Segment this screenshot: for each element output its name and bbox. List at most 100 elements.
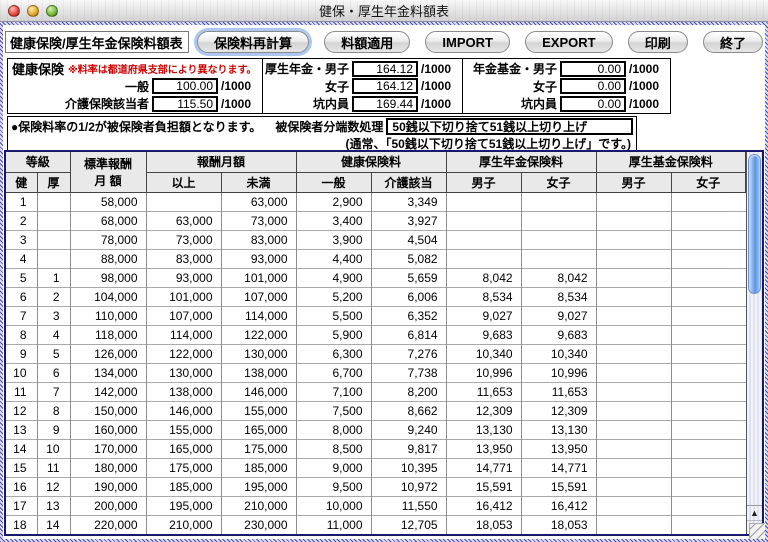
table-cell [37,192,70,211]
apply-amount-button[interactable]: 料額適用 [324,31,410,53]
table-cell: 78,000 [70,230,146,249]
table-cell: 8,000 [296,420,371,439]
table-cell [671,382,745,401]
table-cell [596,515,671,534]
care-rate-field[interactable]: 115.50 [152,96,218,112]
table-cell [596,211,671,230]
import-button[interactable]: IMPORT [425,31,510,53]
table-cell: 3,927 [371,211,446,230]
table-cell: 83,000 [221,230,296,249]
table-cell [671,458,745,477]
table-cell: 110,000 [70,306,146,325]
fund-miner-field[interactable]: 0.00 [560,96,626,112]
table-row[interactable]: 128150,000146,000155,0007,5008,66212,309… [6,401,746,420]
scrollbar-thumb[interactable] [748,154,761,294]
table-cell [37,230,70,249]
pension-female-field[interactable]: 164.12 [352,78,418,94]
table-cell: 2,900 [296,192,371,211]
print-button[interactable]: 印刷 [628,31,688,53]
table-row[interactable]: 1612190,000185,000195,0009,50010,97215,5… [6,477,746,496]
header-general: 一般 [296,172,371,192]
table-cell: 9,500 [296,477,371,496]
table-row[interactable]: 1410170,000165,000175,0008,5009,81713,95… [6,439,746,458]
table-row[interactable]: 268,00063,00073,0003,4003,927 [6,211,746,230]
table-row[interactable]: 117142,000138,000146,0007,1008,20011,653… [6,382,746,401]
table-cell: 13 [6,420,37,439]
general-rate-label: 一般 [125,78,149,95]
general-rate-field[interactable]: 100.00 [152,78,218,94]
table-cell: 3 [37,306,70,325]
vertical-scrollbar[interactable]: ▲ ▼ [746,152,762,534]
table-cell [671,477,745,496]
table-cell: 12,705 [371,515,446,534]
rounding-label: 被保険者分端数処理 [275,118,383,135]
table-row[interactable]: 95126,000122,000130,0006,3007,27610,3401… [6,344,746,363]
table-cell: 160,000 [70,420,146,439]
table-cell [596,382,671,401]
table-cell: 8,500 [296,439,371,458]
table-row[interactable]: 1713200,000195,000210,00010,00011,55016,… [6,496,746,515]
table-cell: 6,700 [296,363,371,382]
table-cell: 5,659 [371,268,446,287]
table-cell [37,249,70,268]
prefecture-note: ※料率は都道府県支部により異なります。 [68,61,257,76]
table-cell: 14 [37,515,70,534]
table-cell: 6,300 [296,344,371,363]
table-cell: 175,000 [221,439,296,458]
table-row[interactable]: 106134,000130,000138,0006,7007,73810,996… [6,363,746,382]
minimize-button-icon[interactable] [27,5,39,17]
pension-miner-field[interactable]: 169.44 [352,96,418,112]
table-cell: 14,771 [446,458,521,477]
table-cell [671,249,745,268]
table-cell: 6,814 [371,325,446,344]
table-cell [446,230,521,249]
table-row[interactable]: 488,00083,00093,0004,4005,082 [6,249,746,268]
table-cell [596,458,671,477]
per-thousand-label: /1000 [626,97,666,111]
table-row[interactable]: 5198,00093,000101,0004,9005,6598,0428,04… [6,268,746,287]
table-cell: 155,000 [146,420,221,439]
pension-male-field[interactable]: 164.12 [352,61,418,77]
table-row[interactable]: 73110,000107,000114,0005,5006,3529,0279,… [6,306,746,325]
recalculate-premium-button[interactable]: 保険料再計算 [197,31,309,53]
close-button-icon[interactable] [8,5,20,17]
rounding-method-field[interactable]: 50銭以下切り捨て51銭以上切り上げ [386,118,633,135]
table-row[interactable]: 158,00063,0002,9003,349 [6,192,746,211]
table-row[interactable]: 1511180,000175,000185,0009,00010,39514,7… [6,458,746,477]
fund-female-field[interactable]: 0.00 [560,78,626,94]
table-row[interactable]: 139160,000155,000165,0008,0009,24013,130… [6,420,746,439]
table-cell [521,211,596,230]
table-cell: 138,000 [146,382,221,401]
table-cell: 6,006 [371,287,446,306]
table-cell: 6 [37,363,70,382]
table-cell: 118,000 [70,325,146,344]
table-cell: 6 [6,287,37,306]
per-thousand-label: /1000 [218,79,258,93]
table-cell: 9 [6,344,37,363]
table-row[interactable]: 84118,000114,000122,0005,9006,8149,6839,… [6,325,746,344]
table-cell: 5 [37,344,70,363]
table-cell: 83,000 [146,249,221,268]
table-cell: 6,352 [371,306,446,325]
export-button[interactable]: EXPORT [525,31,612,53]
table-cell: 88,000 [70,249,146,268]
table-cell [596,268,671,287]
table-row[interactable]: 1814220,000210,000230,00011,00012,70518,… [6,515,746,534]
table-row[interactable]: 62104,000101,000107,0005,2006,0068,5348,… [6,287,746,306]
fund-male-field[interactable]: 0.00 [560,61,626,77]
table-cell [596,325,671,344]
table-cell: 7 [37,382,70,401]
table-cell: 230,000 [221,515,296,534]
table-cell: 9,817 [371,439,446,458]
scroll-up-icon[interactable]: ▲ [747,506,762,520]
table-cell: 13 [37,496,70,515]
table-cell [671,496,745,515]
zoom-button-icon[interactable] [46,5,58,17]
quit-button[interactable]: 終了 [703,31,763,53]
table-row[interactable]: 378,00073,00083,0003,9004,504 [6,230,746,249]
table-cell [596,192,671,211]
resize-grip-icon[interactable] [749,523,765,539]
header-pension-group: 厚生年金保険料 [446,152,596,172]
rounding-default-note: (通常、「50銭以下切り捨て51銭以上切り上げ」です。) [11,135,633,151]
table-cell: 9,683 [446,325,521,344]
